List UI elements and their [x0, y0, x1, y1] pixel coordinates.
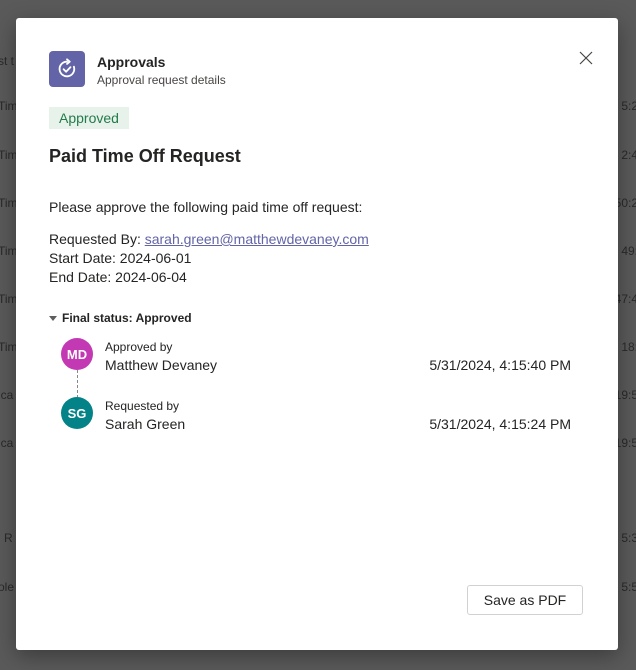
bg-row-fragment: 5:5	[621, 580, 636, 594]
bg-row-fragment: 18:	[621, 340, 636, 354]
save-as-pdf-button[interactable]: Save as PDF	[467, 585, 583, 615]
bg-row-fragment: ica	[0, 388, 14, 402]
bg-row-fragment: ica	[0, 436, 14, 450]
final-status-toggle[interactable]: Final status: Approved	[49, 311, 192, 325]
requester-email-link[interactable]: sarah.green@matthewdevaney.com	[145, 231, 369, 247]
bg-row-fragment: Tim	[0, 196, 18, 210]
requester-role: Requested by	[105, 399, 180, 413]
bg-row-fragment: Tim	[0, 292, 18, 306]
request-timestamp: 5/31/2024, 4:15:24 PM	[429, 416, 571, 432]
caret-down-icon	[49, 315, 57, 321]
end-date: End Date: 2024-06-04	[49, 269, 187, 285]
bg-row-fragment: st t	[0, 54, 15, 68]
avatar: MD	[61, 338, 93, 370]
request-title: Paid Time Off Request	[49, 146, 241, 166]
requested-by-label: Requested By:	[49, 231, 141, 247]
bg-row-fragment: 2:4	[621, 148, 636, 162]
request-intro: Please approve the following paid time o…	[49, 199, 363, 215]
requested-by-line: Requested By: sarah.green@matthewdevaney…	[49, 231, 369, 247]
status-badge: Approved	[49, 107, 129, 129]
approvals-icon	[49, 51, 85, 87]
bg-row-fragment: 5:3	[621, 531, 636, 545]
approver-name: Matthew Devaney	[105, 357, 218, 373]
bg-row-fragment: Tim	[0, 148, 18, 162]
bg-row-fragment: l R	[0, 531, 13, 545]
close-icon	[579, 51, 593, 65]
bg-row-fragment: ole	[0, 580, 15, 594]
requester-name: Sarah Green	[105, 416, 186, 432]
bg-row-fragment: Tim	[0, 244, 18, 258]
final-status-label: Final status: Approved	[62, 311, 192, 325]
approver-role: Approved by	[105, 340, 173, 354]
approval-details-dialog: Approvals Approval request details Appro…	[16, 18, 618, 650]
bg-row-fragment: Tim	[0, 340, 18, 354]
approval-timestamp: 5/31/2024, 4:15:40 PM	[429, 357, 571, 373]
app-subtitle: Approval request details	[97, 73, 226, 87]
bg-row-fragment: Tim	[0, 99, 18, 113]
close-button[interactable]	[576, 48, 596, 68]
timeline-connector	[77, 370, 78, 398]
avatar: SG	[61, 397, 93, 429]
app-title: Approvals	[97, 54, 166, 70]
bg-row-fragment: 49:	[621, 244, 636, 258]
bg-row-fragment: 5:2	[621, 99, 636, 113]
start-date: Start Date: 2024-06-01	[49, 250, 192, 266]
